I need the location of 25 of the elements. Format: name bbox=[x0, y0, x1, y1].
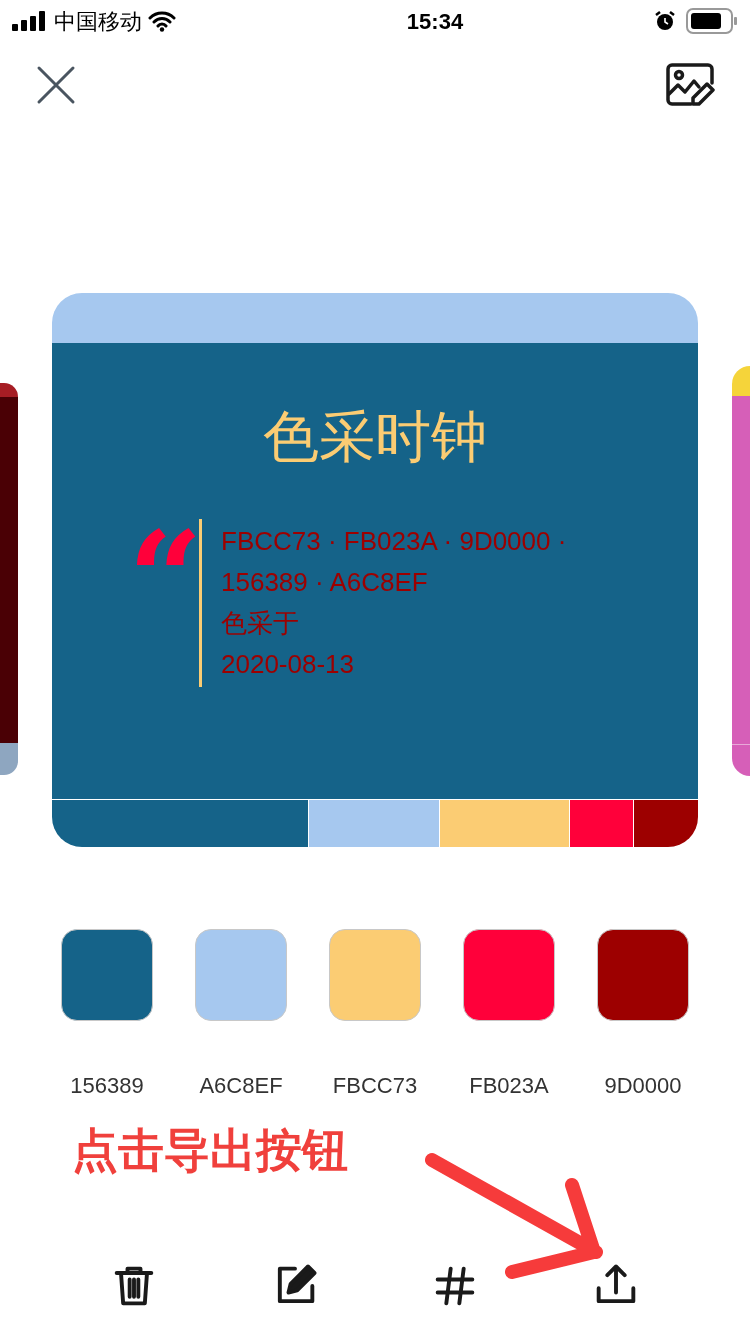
quote-line: 156389 · A6C8EF bbox=[221, 566, 429, 599]
color-swatch[interactable] bbox=[61, 929, 153, 1021]
quote-mark: “ bbox=[128, 519, 198, 579]
swatch-label: 9D0000 bbox=[604, 1072, 682, 1100]
quote-line: 2020-08-13 bbox=[221, 648, 355, 681]
alarm-icon bbox=[654, 10, 676, 32]
color-swatch[interactable] bbox=[597, 929, 689, 1021]
signal-icon bbox=[12, 11, 48, 31]
annotation-text: 点击导出按钮 bbox=[72, 1122, 348, 1178]
color-swatch[interactable] bbox=[463, 929, 555, 1021]
image-edit-icon bbox=[665, 62, 715, 108]
card-title: 色采时钟 bbox=[263, 404, 487, 470]
battery-icon bbox=[686, 8, 738, 34]
wifi-icon bbox=[148, 10, 176, 32]
close-icon bbox=[36, 65, 76, 105]
swatch-label: FBCC73 bbox=[332, 1072, 418, 1100]
quote-line: 色采于 bbox=[221, 607, 300, 640]
swatch-label: A6C8EF bbox=[199, 1072, 283, 1100]
status-time: 15:34 bbox=[406, 7, 464, 36]
carrier-name: 中国移动 bbox=[54, 7, 142, 36]
color-swatch[interactable] bbox=[195, 929, 287, 1021]
color-swatch[interactable] bbox=[329, 929, 421, 1021]
quote-line: FBCC73 · FB023A · 9D0000 · bbox=[221, 525, 567, 558]
swatch-label: 156389 bbox=[70, 1072, 144, 1100]
swatch-label: FB023A bbox=[469, 1072, 549, 1100]
